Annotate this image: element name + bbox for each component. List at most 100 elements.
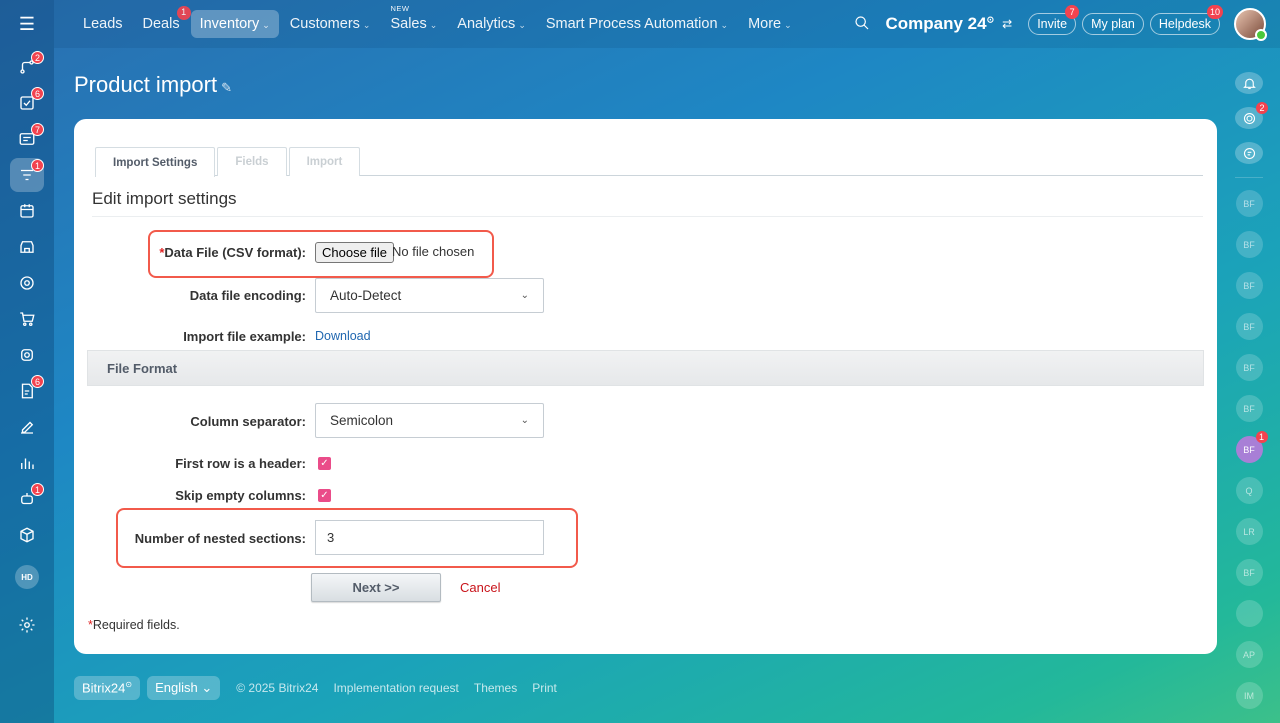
recent-chat-avatar[interactable]: IM bbox=[1235, 682, 1263, 710]
pin-icon[interactable]: ✎ bbox=[221, 80, 232, 95]
nav-item-label: Leads bbox=[83, 16, 123, 32]
tab-import[interactable]: Import bbox=[288, 147, 361, 176]
sidebar-badge: 1 bbox=[31, 159, 44, 172]
nav-item-analytics[interactable]: Analytics ⌄ bbox=[448, 10, 535, 38]
download-link[interactable]: Download bbox=[315, 329, 371, 343]
nav-item-inventory[interactable]: Inventory ⌄ bbox=[190, 10, 279, 38]
recent-chat-avatar[interactable]: BF bbox=[1235, 559, 1263, 587]
analytics-icon[interactable] bbox=[10, 446, 44, 480]
separator-select[interactable]: Semicolon ⌄ bbox=[315, 403, 544, 438]
themes-link[interactable]: Themes bbox=[474, 681, 517, 695]
chat-icon[interactable] bbox=[1235, 142, 1263, 165]
nav-item-leads[interactable]: Leads bbox=[74, 10, 132, 38]
tab-fields[interactable]: Fields bbox=[217, 147, 287, 176]
chevron-down-icon: ⌄ bbox=[262, 20, 270, 30]
copilot-icon[interactable]: 2 bbox=[1235, 102, 1268, 130]
menu-icon[interactable]: ☰ bbox=[0, 0, 54, 48]
invite-badge: 7 bbox=[1065, 5, 1080, 19]
nav-item-label: More bbox=[748, 16, 782, 32]
nav-item-label: Analytics bbox=[457, 16, 516, 32]
helpdesk-badge: 10 bbox=[1206, 5, 1223, 19]
target-icon[interactable] bbox=[10, 266, 44, 300]
my-plan-button[interactable]: My plan bbox=[1082, 13, 1144, 35]
data-file-label: *Data File (CSV format): bbox=[159, 245, 306, 260]
new-label: NEW bbox=[390, 4, 410, 13]
chat-badge: 1 bbox=[1255, 431, 1268, 444]
recent-chat-avatar[interactable]: Q bbox=[1235, 477, 1263, 505]
robot-icon[interactable]: 1 bbox=[10, 482, 44, 516]
nav-item-label: Inventory bbox=[199, 16, 260, 32]
recent-chat-avatar[interactable]: BF bbox=[1235, 354, 1263, 382]
crm-funnel-icon[interactable]: 1 bbox=[10, 158, 44, 192]
recent-chat-avatar[interactable]: BF bbox=[1235, 272, 1263, 300]
file-format-header: File Format bbox=[87, 350, 1204, 386]
example-label: Import file example: bbox=[183, 329, 306, 344]
chevron-down-icon: ⌄ bbox=[201, 680, 213, 695]
section-title: Edit import settings bbox=[92, 189, 237, 208]
tab-import-settings[interactable]: Import Settings bbox=[95, 147, 216, 177]
recent-chat-avatar[interactable]: BF bbox=[1235, 395, 1263, 423]
sign-icon[interactable] bbox=[10, 410, 44, 444]
recent-chat-avatar[interactable]: BF bbox=[1235, 231, 1263, 259]
separator-label: Column separator: bbox=[190, 414, 306, 429]
left-sidebar: ☰ 2 6 7 1 6 1 HD bbox=[0, 0, 54, 723]
recent-chat-avatar[interactable]: BF bbox=[1235, 313, 1263, 341]
header-row-checkbox[interactable]: ✓ bbox=[318, 457, 331, 470]
copyright: © 2025 Bitrix24 bbox=[236, 681, 319, 695]
nav-item-customers[interactable]: Customers ⌄ bbox=[281, 10, 380, 38]
nav-item-label: Customers bbox=[289, 16, 360, 32]
choose-file-button[interactable]: Choose file bbox=[315, 242, 395, 263]
chevron-down-icon: ⌄ bbox=[362, 20, 371, 30]
chevron-down-icon: ⌄ bbox=[518, 20, 526, 30]
header-row-label: First row is a header: bbox=[175, 456, 306, 471]
recent-chat-avatar[interactable]: LR bbox=[1235, 518, 1263, 546]
import-card: Import Settings Fields Import Edit impor… bbox=[74, 119, 1217, 654]
recent-chat-avatar[interactable]: BF 1 bbox=[1235, 431, 1268, 464]
notifications-icon[interactable] bbox=[1235, 72, 1263, 95]
nav-item-more[interactable]: More ⌄ bbox=[739, 10, 801, 38]
chevron-down-icon: ⌄ bbox=[520, 290, 529, 301]
right-sidebar-divider bbox=[1235, 177, 1263, 179]
recent-chat-avatar[interactable]: BF bbox=[1235, 190, 1263, 218]
nav-item-sales[interactable]: NEW Sales ⌄ bbox=[381, 4, 446, 38]
implementation-request-link[interactable]: Implementation request bbox=[333, 681, 458, 695]
cart-icon[interactable] bbox=[10, 302, 44, 336]
next-button[interactable]: Next >> bbox=[311, 573, 441, 602]
sidebar-badge: 6 bbox=[31, 375, 44, 388]
store-icon[interactable] bbox=[10, 230, 44, 264]
document-icon[interactable]: 6 bbox=[10, 374, 44, 408]
bitrix24-brand[interactable]: Bitrix24⊙ bbox=[74, 676, 141, 700]
invite-button[interactable]: Invite 7 bbox=[1028, 5, 1080, 35]
encoding-select[interactable]: Auto-Detect ⌄ bbox=[315, 278, 544, 313]
user-avatar[interactable] bbox=[1234, 8, 1267, 41]
encoding-label: Data file encoding: bbox=[189, 288, 306, 303]
sidebar-badge: 7 bbox=[31, 123, 44, 136]
nav-item-label: Smart Process Automation bbox=[545, 16, 718, 32]
calendar-icon[interactable] bbox=[10, 194, 44, 228]
cancel-link[interactable]: Cancel bbox=[460, 580, 500, 595]
nav-item-deals[interactable]: Deals 1 bbox=[134, 6, 191, 38]
sidebar-badge: 2 bbox=[31, 51, 44, 64]
bank-icon[interactable] bbox=[10, 338, 44, 372]
recent-chat-avatar[interactable]: AP bbox=[1235, 641, 1263, 669]
language-selector[interactable]: English ⌄ bbox=[147, 676, 221, 700]
messenger-icon[interactable]: 7 bbox=[10, 122, 44, 156]
nav-item-smart-process-automation[interactable]: Smart Process Automation ⌄ bbox=[537, 10, 737, 38]
sidebar-badge: 1 bbox=[31, 483, 44, 496]
sidebar-badge: 6 bbox=[31, 87, 44, 100]
swap-icon[interactable]: ⇄ bbox=[1002, 17, 1012, 31]
box-icon[interactable] bbox=[10, 518, 44, 552]
print-link[interactable]: Print bbox=[532, 681, 557, 695]
company-name[interactable]: Company 24⊙ bbox=[886, 14, 995, 34]
skip-empty-checkbox[interactable]: ✓ bbox=[318, 489, 331, 502]
search-icon[interactable] bbox=[854, 15, 870, 34]
settings-icon[interactable] bbox=[10, 608, 44, 642]
chevron-down-icon: ⌄ bbox=[720, 20, 729, 30]
tasks-icon[interactable]: 6 bbox=[10, 86, 44, 120]
nested-sections-input[interactable]: 3 bbox=[315, 520, 544, 555]
activity-stream-icon[interactable]: 2 bbox=[10, 50, 44, 84]
chevron-down-icon: ⌄ bbox=[520, 415, 529, 426]
recent-chat-avatar-icon[interactable] bbox=[1235, 600, 1263, 628]
helpdesk-button[interactable]: Helpdesk 10 bbox=[1149, 5, 1223, 35]
user-hd-avatar[interactable]: HD bbox=[10, 560, 44, 594]
